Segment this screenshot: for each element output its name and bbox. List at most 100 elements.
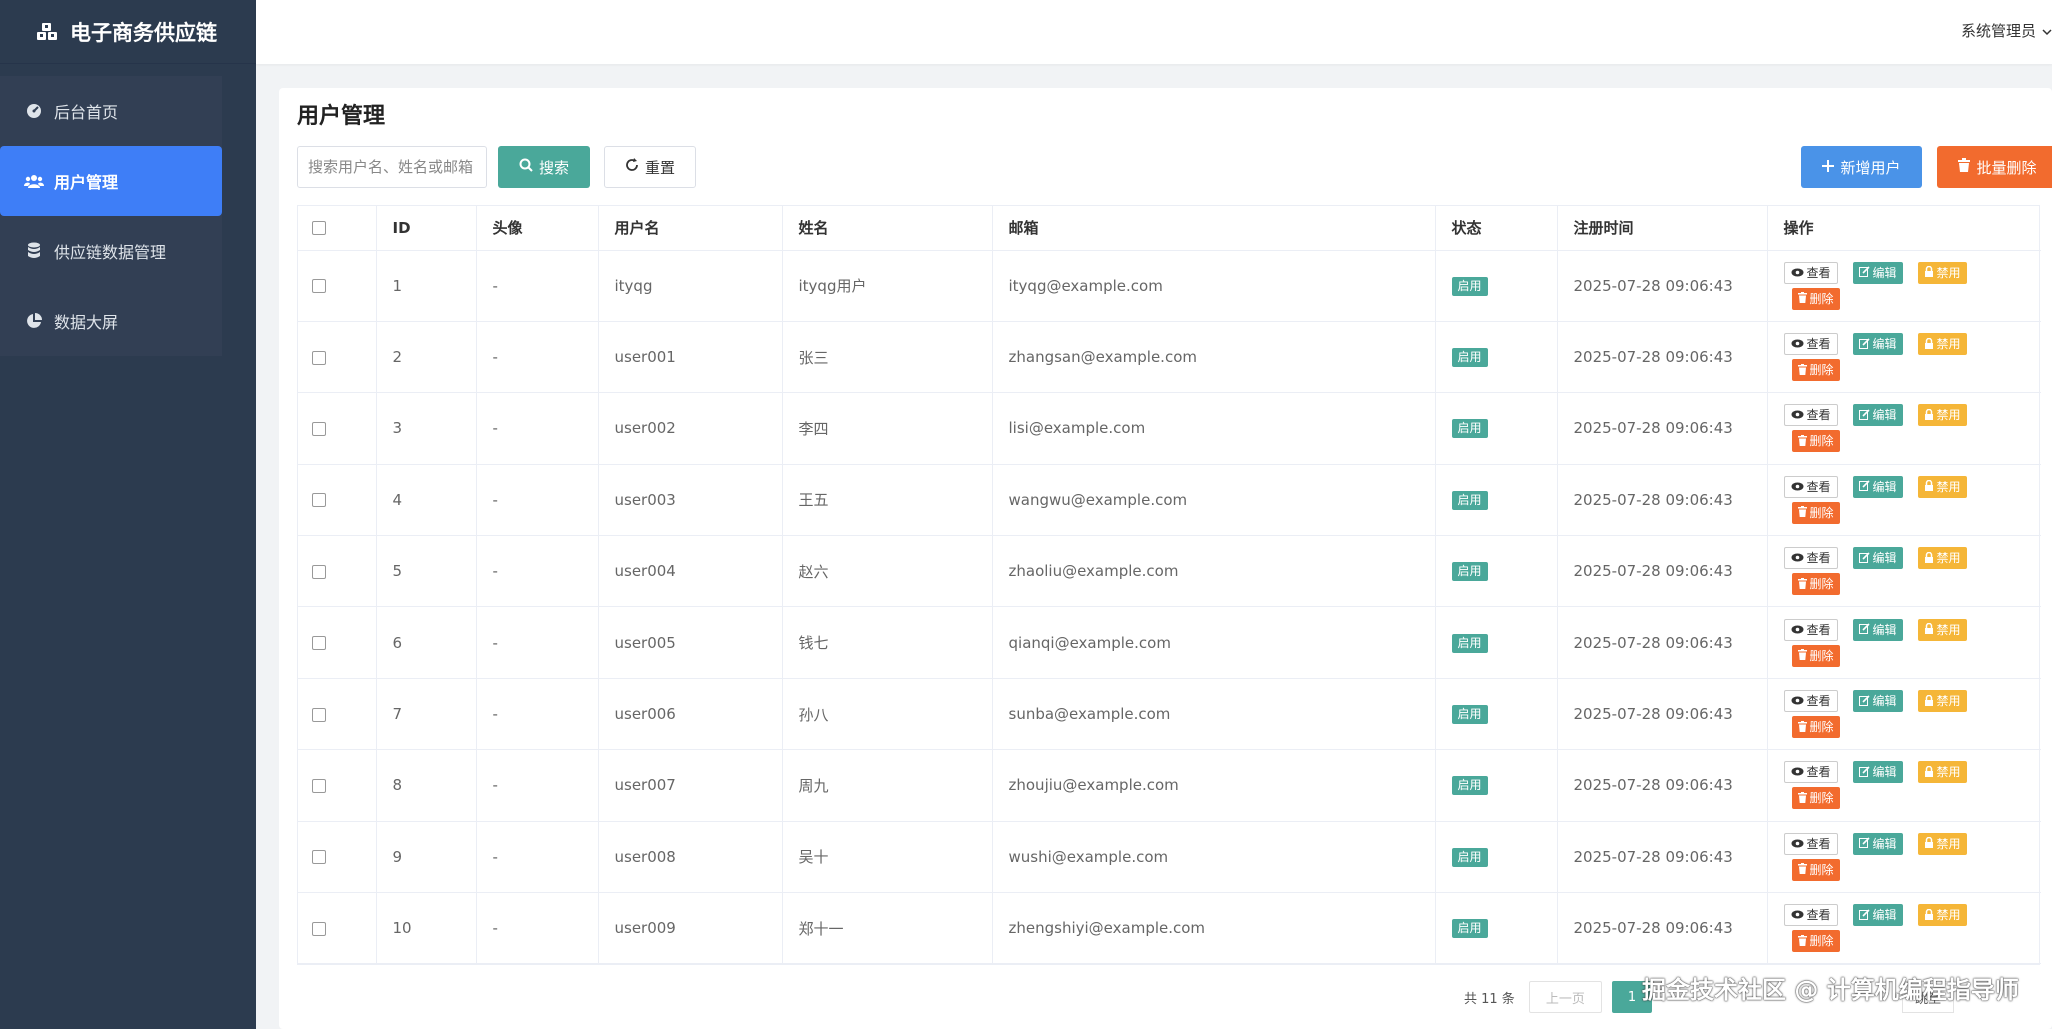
delete-button[interactable]: 删除 <box>1791 716 1840 739</box>
column-header[interactable]: 状态 <box>1435 206 1558 251</box>
trash-icon <box>1797 863 1807 876</box>
batch-delete-label: 批量删除 <box>1976 158 2037 177</box>
disable-button[interactable]: 禁用 <box>1917 761 1967 784</box>
delete-button[interactable]: 删除 <box>1791 930 1840 953</box>
delete-button[interactable]: 删除 <box>1791 858 1840 881</box>
search-input[interactable] <box>297 146 487 188</box>
view-button[interactable]: 查看 <box>1783 547 1838 570</box>
column-header[interactable]: 邮箱 <box>992 206 1436 251</box>
select-all-checkbox[interactable] <box>312 221 326 236</box>
row-checkbox[interactable] <box>312 350 326 365</box>
view-button[interactable]: 查看 <box>1783 475 1838 498</box>
add-user-button[interactable]: 新增用户 <box>1801 146 1922 188</box>
edit-button[interactable]: 编辑 <box>1852 261 1903 284</box>
brand[interactable]: 电子商务供应链 <box>0 0 256 64</box>
sidebar-item-big-screen[interactable]: 数据大屏 <box>0 286 222 356</box>
edit-icon <box>1858 766 1870 779</box>
cell-avatar: - <box>476 821 599 894</box>
edit-button[interactable]: 编辑 <box>1852 333 1903 356</box>
view-label: 查看 <box>1806 479 1831 494</box>
edit-button[interactable]: 编辑 <box>1852 547 1903 570</box>
delete-button[interactable]: 删除 <box>1791 787 1840 810</box>
row-checkbox[interactable] <box>312 850 326 865</box>
row-checkbox[interactable] <box>312 421 326 436</box>
edit-button[interactable]: 编辑 <box>1852 618 1903 641</box>
user-name: 系统管理员 <box>1960 22 2036 40</box>
user-menu[interactable]: 系统管理员 <box>1961 20 2052 41</box>
view-button[interactable]: 查看 <box>1783 904 1838 927</box>
table-body: 1- ityqg ityqg用户 ityqg@example.com 启用 2025-07… <box>298 250 2041 965</box>
edit-label: 编辑 <box>1872 265 1897 280</box>
disable-button[interactable]: 禁用 <box>1917 904 1967 927</box>
edit-button[interactable]: 编辑 <box>1852 904 1903 927</box>
disable-button[interactable]: 禁用 <box>1917 547 1967 570</box>
view-label: 查看 <box>1806 408 1831 423</box>
cell-username: user008 <box>598 821 783 894</box>
view-button[interactable]: 查看 <box>1783 761 1838 784</box>
delete-button[interactable]: 删除 <box>1791 501 1840 524</box>
disable-label: 禁用 <box>1936 622 1961 637</box>
status-badge: 启用 <box>1451 276 1488 296</box>
row-checkbox[interactable] <box>312 636 326 651</box>
delete-label: 删除 <box>1809 505 1834 520</box>
edit-button[interactable]: 编辑 <box>1852 761 1903 784</box>
cell-id: 3 <box>376 392 477 465</box>
edit-button[interactable]: 编辑 <box>1852 832 1903 855</box>
row-checkbox[interactable] <box>312 279 326 294</box>
disable-button[interactable]: 禁用 <box>1917 618 1967 641</box>
disable-button[interactable]: 禁用 <box>1917 832 1967 855</box>
cell-email: zhangsan@example.com <box>992 321 1436 394</box>
view-button[interactable]: 查看 <box>1783 618 1838 641</box>
cell-id: 1 <box>376 250 477 322</box>
batch-delete-button[interactable]: 批量删除 <box>1937 146 2052 188</box>
disable-button[interactable]: 禁用 <box>1917 475 1967 498</box>
view-button[interactable]: 查看 <box>1783 404 1838 427</box>
table-header-row: ID 头像 用户名 姓名 邮箱 状态 注册时间 操作 <box>298 206 2041 251</box>
user-table: ID 头像 用户名 姓名 邮箱 状态 注册时间 操作 1- ityqg ityqg用… <box>297 205 2041 966</box>
edit-button[interactable]: 编辑 <box>1852 475 1903 498</box>
disable-button[interactable]: 禁用 <box>1917 404 1967 427</box>
row-actions: 查看 编辑 禁用删除 <box>1783 617 1984 669</box>
column-header[interactable]: ID <box>376 206 477 251</box>
sidebar-item-users[interactable]: 用户管理 <box>0 146 222 216</box>
delete-button[interactable]: 删除 <box>1791 430 1840 453</box>
row-checkbox[interactable] <box>312 778 326 793</box>
column-header[interactable]: 用户名 <box>598 206 783 251</box>
cell-email: lisi@example.com <box>992 392 1436 465</box>
delete-label: 删除 <box>1809 934 1834 949</box>
search-button[interactable]: 搜索 <box>498 146 590 188</box>
cell-username: user001 <box>598 321 783 394</box>
row-checkbox[interactable] <box>312 707 326 722</box>
cell-registered: 2025-07-28 09:06:43 <box>1557 821 1768 894</box>
view-button[interactable]: 查看 <box>1783 333 1838 356</box>
prev-page-button[interactable]: 上一页 <box>1528 981 1602 1013</box>
delete-button[interactable]: 删除 <box>1791 359 1840 382</box>
row-checkbox[interactable] <box>312 564 326 579</box>
view-button[interactable]: 查看 <box>1783 261 1838 284</box>
sidebar-item-supply-chain[interactable]: 供应链数据管理 <box>0 216 222 286</box>
row-actions: 查看 编辑 禁用删除 <box>1783 688 1984 740</box>
cell-email: qianqi@example.com <box>992 606 1436 679</box>
row-checkbox[interactable] <box>312 921 326 936</box>
delete-button[interactable]: 删除 <box>1791 287 1840 310</box>
cell-name: 周九 <box>782 749 993 822</box>
trash-icon <box>1797 934 1807 948</box>
delete-button[interactable]: 删除 <box>1791 573 1840 596</box>
delete-button[interactable]: 删除 <box>1791 644 1840 667</box>
reset-button[interactable]: 重置 <box>604 146 696 188</box>
row-checkbox[interactable] <box>312 493 326 508</box>
disable-button[interactable]: 禁用 <box>1917 333 1967 356</box>
sidebar-item-dashboard[interactable]: 后台首页 <box>0 76 222 146</box>
view-button[interactable]: 查看 <box>1783 832 1838 855</box>
column-header[interactable]: 姓名 <box>782 206 993 251</box>
disable-button[interactable]: 禁用 <box>1917 690 1967 713</box>
disable-button[interactable]: 禁用 <box>1917 261 1967 284</box>
edit-button[interactable]: 编辑 <box>1852 404 1903 427</box>
refresh-icon <box>625 158 639 176</box>
edit-icon <box>1858 480 1870 493</box>
lock-icon <box>1924 265 1934 279</box>
disable-label: 禁用 <box>1936 479 1961 494</box>
edit-button[interactable]: 编辑 <box>1852 690 1903 713</box>
column-header[interactable]: 注册时间 <box>1557 206 1768 251</box>
view-button[interactable]: 查看 <box>1783 690 1838 713</box>
